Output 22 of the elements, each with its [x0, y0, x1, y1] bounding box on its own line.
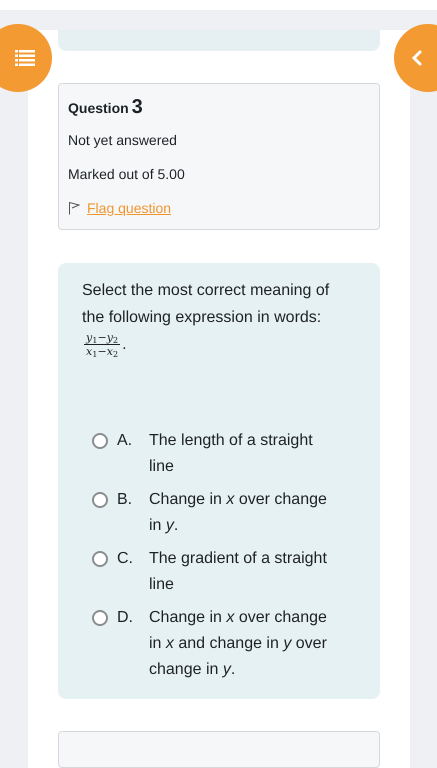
option-letter: D. [117, 608, 134, 628]
flag-question-link[interactable]: Flag question [87, 198, 172, 218]
option-letter: B. [117, 490, 134, 510]
question-text: Select the most correct meaning of the following expression in words: y$_{1}$−y$_{2}$ x$_{1}$−x$_{2}$ . [82, 280, 330, 358]
radio-button[interactable] [92, 550, 108, 567]
chevron-left-icon [412, 50, 422, 66]
radio-button[interactable] [92, 432, 108, 449]
marks-text: Marked out of 5.00 [68, 164, 186, 184]
flag-icon [68, 201, 80, 215]
option-text: The length of a straight line [149, 430, 314, 477]
radio-button[interactable] [92, 492, 108, 508]
menu-button[interactable] [0, 24, 52, 92]
list-icon [15, 50, 35, 66]
radio-button[interactable] [92, 610, 108, 626]
option-text: The gradient of a straight line [149, 548, 328, 595]
option-letter: A. [117, 430, 134, 451]
status-text: Not yet answered [68, 130, 178, 150]
question-label: Question [68, 98, 129, 118]
option-text: Change in x over change in y. [149, 490, 328, 536]
option-text: Change in x over change in x and change in y over change in y. [149, 608, 328, 680]
option-letter: C. [117, 548, 134, 569]
question-number: 3 [132, 94, 143, 120]
